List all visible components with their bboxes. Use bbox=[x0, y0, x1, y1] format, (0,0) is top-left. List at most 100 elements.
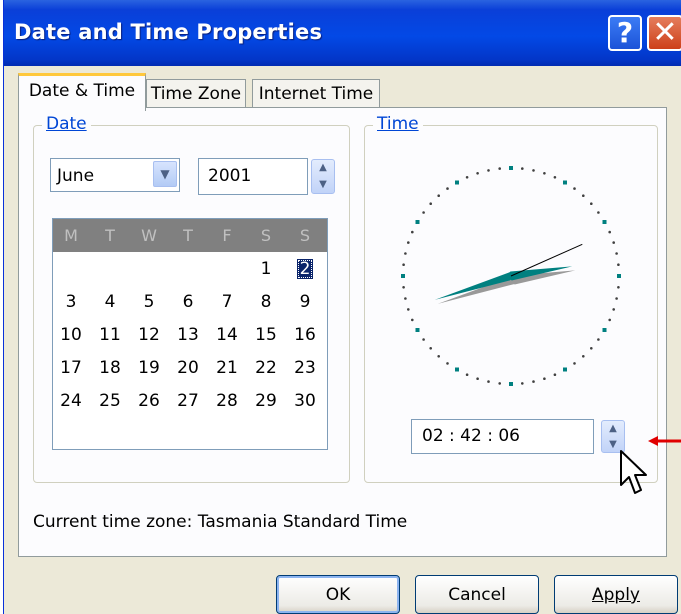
clock-minute-mark bbox=[608, 318, 611, 322]
calendar-day[interactable]: 3 bbox=[52, 288, 90, 316]
year-field[interactable]: 2001 bbox=[198, 158, 308, 195]
calendar-day[interactable]: 8 bbox=[247, 288, 285, 316]
clock-minute-mark bbox=[487, 169, 490, 172]
tab-internet-time[interactable]: Internet Time bbox=[252, 79, 380, 108]
calendar-day[interactable]: 15 bbox=[247, 321, 285, 349]
hour-hand bbox=[507, 266, 576, 285]
clock-minute-mark bbox=[476, 172, 479, 175]
title-bar[interactable]: Date and Time Properties ? ✕ bbox=[4, 0, 681, 66]
calendar-day-selected[interactable]: 2 bbox=[286, 255, 324, 283]
clock-hour-mark bbox=[401, 274, 405, 278]
clock-minute-mark bbox=[617, 286, 620, 289]
clock-minute-mark bbox=[573, 362, 576, 365]
spin-up-icon[interactable]: ▲ bbox=[602, 421, 624, 437]
clock-minute-mark bbox=[590, 202, 593, 205]
chevron-down-icon[interactable]: ▼ bbox=[153, 161, 177, 187]
month-select[interactable]: June ▼ bbox=[50, 158, 180, 192]
close-button[interactable]: ✕ bbox=[647, 15, 681, 51]
apply-button[interactable]: Apply bbox=[554, 575, 678, 614]
calendar-day[interactable]: 4 bbox=[91, 288, 129, 316]
ok-button[interactable]: OK bbox=[276, 575, 400, 614]
calendar-day[interactable]: 5 bbox=[130, 288, 168, 316]
clock-minute-mark bbox=[402, 286, 405, 289]
clock-minute-mark bbox=[532, 169, 535, 172]
year-value: 2001 bbox=[208, 166, 252, 186]
calendar-day[interactable]: 12 bbox=[130, 321, 168, 349]
annotation-arrow-icon bbox=[648, 436, 681, 446]
calendar-grid[interactable]: MTWTFSS 1 2 3 4 5 6 7 8 9 10 11 12 13 14 15 16 17 18 19 20 2… bbox=[52, 218, 328, 450]
calendar-day[interactable]: 24 bbox=[52, 387, 90, 415]
clock-minute-mark bbox=[582, 194, 585, 197]
calendar-day[interactable]: 6 bbox=[169, 288, 207, 316]
clock-minute-mark bbox=[590, 347, 593, 350]
calendar-day[interactable]: 7 bbox=[208, 288, 246, 316]
clock-minute-mark bbox=[615, 252, 618, 255]
clock-hour-mark bbox=[455, 367, 459, 372]
weekday-header: MTWTFSS bbox=[53, 219, 327, 252]
weekday-header-cell: F bbox=[222, 226, 232, 245]
clock-hour-mark bbox=[602, 220, 607, 224]
clock-minute-mark bbox=[597, 211, 600, 214]
calendar-day[interactable]: 19 bbox=[130, 354, 168, 382]
tab-time-zone[interactable]: Time Zone bbox=[146, 79, 246, 108]
clock-minute-mark bbox=[437, 194, 440, 197]
calendar-day[interactable]: 26 bbox=[130, 387, 168, 415]
spin-down-icon[interactable]: ▼ bbox=[312, 177, 334, 194]
clock-minute-mark bbox=[404, 297, 407, 300]
weekday-header-cell: T bbox=[105, 226, 115, 245]
clock-minute-mark bbox=[521, 382, 524, 385]
clock-minute-mark bbox=[422, 338, 425, 341]
calendar-day[interactable]: 1 bbox=[247, 255, 285, 283]
calendar-day[interactable]: 13 bbox=[169, 321, 207, 349]
mouse-pointer-icon bbox=[620, 450, 647, 494]
clock-hour-mark bbox=[509, 166, 513, 170]
clock-minute-mark bbox=[532, 380, 535, 383]
calendar-day[interactable]: 27 bbox=[169, 387, 207, 415]
time-field[interactable]: 02 : 42 : 06 bbox=[411, 419, 594, 454]
calendar-day[interactable]: 9 bbox=[286, 288, 324, 316]
clock-minute-mark bbox=[422, 211, 425, 214]
calendar-day[interactable]: 23 bbox=[286, 354, 324, 382]
year-spinner[interactable]: ▲ ▼ bbox=[311, 159, 335, 194]
calendar-day[interactable]: 11 bbox=[91, 321, 129, 349]
weekday-header-cell: W bbox=[141, 226, 157, 245]
clock-minute-mark bbox=[543, 172, 546, 175]
calendar-day[interactable]: 18 bbox=[91, 354, 129, 382]
clock-minute-mark bbox=[498, 167, 501, 170]
minute-hand bbox=[434, 272, 518, 304]
date-legend: Date bbox=[42, 114, 91, 134]
clock-minute-mark bbox=[612, 308, 615, 311]
month-value: June bbox=[57, 166, 95, 186]
cancel-button[interactable]: Cancel bbox=[415, 575, 539, 614]
clock-minute-mark bbox=[407, 308, 410, 311]
clock-minute-mark bbox=[465, 176, 469, 179]
calendar-day[interactable]: 22 bbox=[247, 354, 285, 382]
calendar-day[interactable]: 25 bbox=[91, 387, 129, 415]
weekday-header-cell: S bbox=[299, 226, 311, 245]
clock-minute-mark bbox=[553, 176, 557, 179]
calendar-day[interactable]: 16 bbox=[286, 321, 324, 349]
clock-minute-mark bbox=[465, 373, 469, 376]
calendar-day[interactable]: 14 bbox=[208, 321, 246, 349]
tab-date-time[interactable]: Date & Time bbox=[18, 73, 146, 111]
calendar-day[interactable]: 30 bbox=[286, 387, 324, 415]
help-button[interactable]: ? bbox=[608, 15, 642, 51]
time-value: 02 : 42 : 06 bbox=[422, 426, 520, 446]
spin-up-icon[interactable]: ▲ bbox=[312, 160, 334, 177]
calendar-day[interactable]: 29 bbox=[247, 387, 285, 415]
calendar-day[interactable]: 20 bbox=[169, 354, 207, 382]
clock-minute-mark bbox=[446, 187, 449, 190]
clock-minute-mark bbox=[582, 355, 585, 358]
weekday-header-cell: S bbox=[260, 226, 272, 245]
window-title: Date and Time Properties bbox=[14, 20, 323, 44]
calendar-day[interactable]: 17 bbox=[52, 354, 90, 382]
clock-minute-mark bbox=[553, 373, 557, 376]
clock-minute-mark bbox=[617, 263, 620, 266]
calendar-day[interactable]: 21 bbox=[208, 354, 246, 382]
clock-minute-mark bbox=[407, 241, 410, 244]
calendar-day[interactable]: 28 bbox=[208, 387, 246, 415]
clock-minute-mark bbox=[402, 263, 405, 266]
clock-minute-mark bbox=[429, 347, 432, 350]
calendar-day[interactable]: 10 bbox=[52, 321, 90, 349]
clock-hour-mark bbox=[415, 220, 420, 224]
